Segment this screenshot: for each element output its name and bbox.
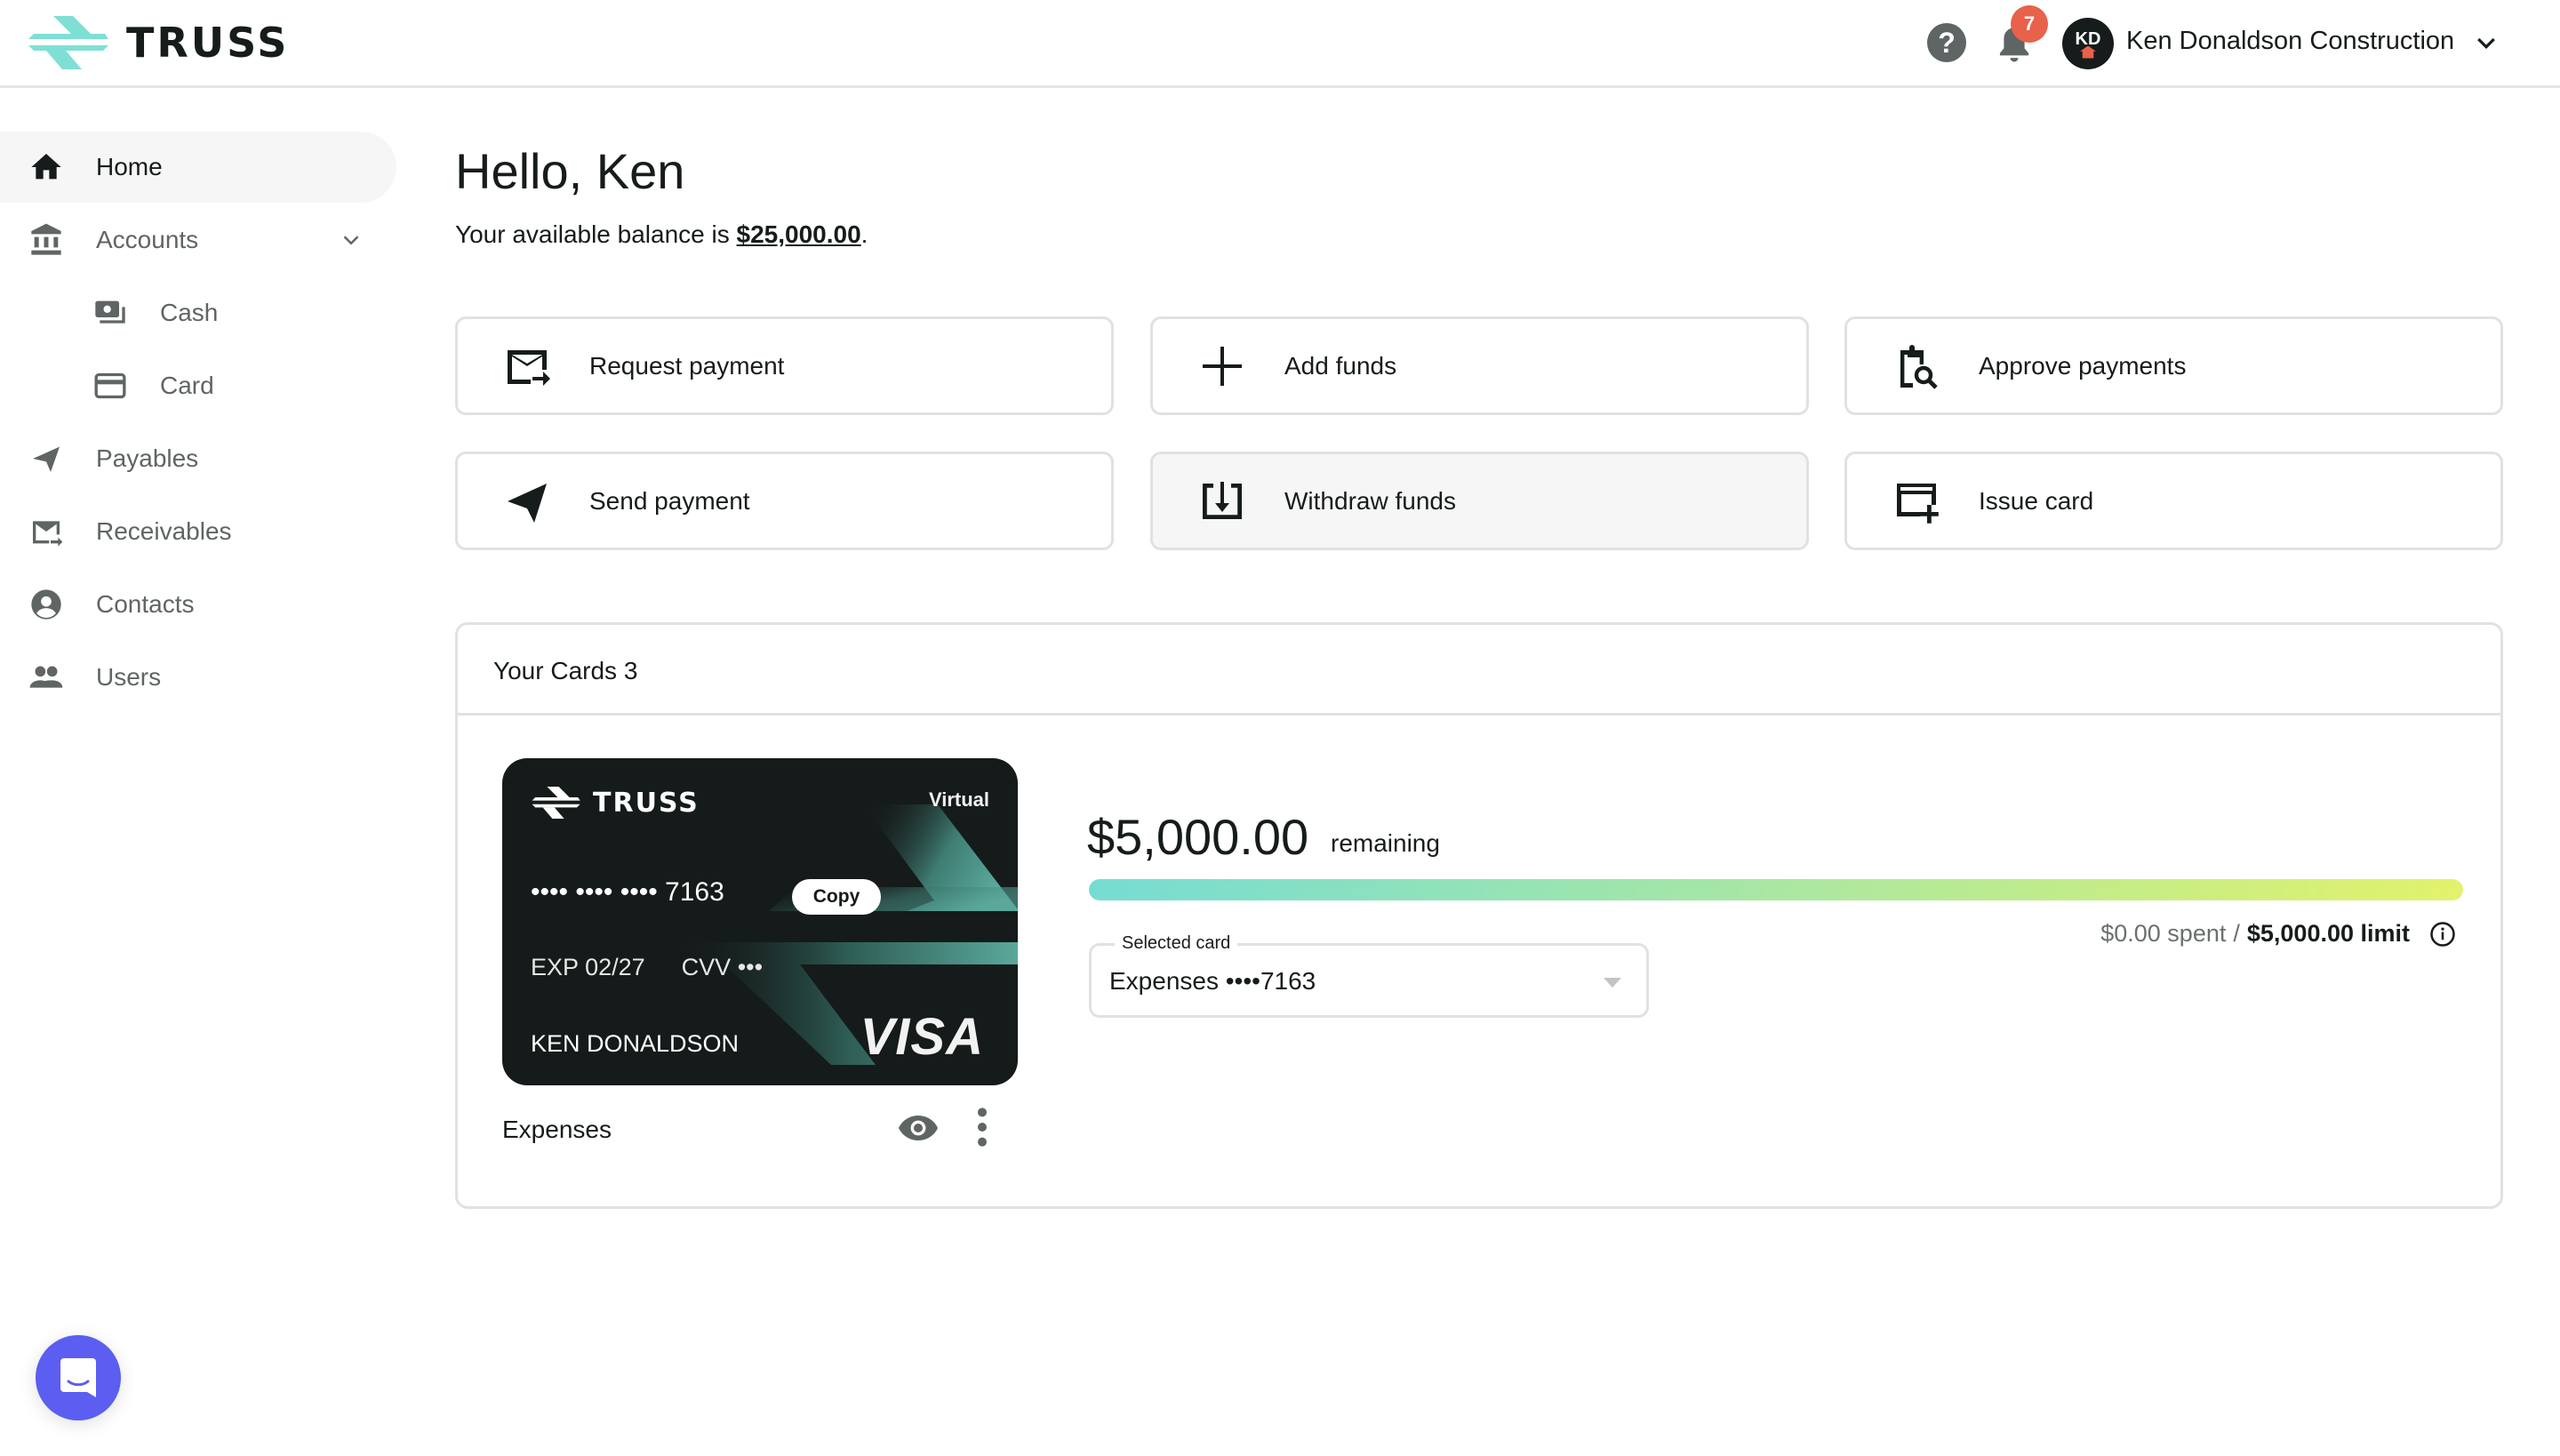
send-icon xyxy=(33,446,60,472)
issue-card-button[interactable]: Issue card xyxy=(1844,452,2503,550)
notification-badge: 7 xyxy=(2011,5,2048,43)
limit-amount: $5,000.00 limit xyxy=(2246,920,2410,947)
balance-amount-link[interactable]: $25,000.00 xyxy=(737,220,861,248)
request-payment-button[interactable]: Request payment xyxy=(455,316,1114,415)
visa-logo: VISA xyxy=(860,1008,984,1066)
spend-summary: $0.00 spent / $5,000.00 limit xyxy=(2100,920,2456,948)
virtual-card[interactable]: TRUSS Virtual •••• •••• •••• 7163 Copy E… xyxy=(502,758,1018,1085)
balance-text: Your available balance is $25,000.00. xyxy=(455,220,868,249)
card-brand-name: TRUSS xyxy=(593,787,700,819)
action-label: Withdraw funds xyxy=(1284,486,1456,515)
card-expiry-cvv: EXP 02/27 CVV ••• xyxy=(531,954,763,981)
balance-prefix: Your available balance is xyxy=(455,220,737,248)
send-icon xyxy=(508,483,547,523)
sidebar-item-card[interactable]: Card xyxy=(0,350,396,421)
clipboard-search-icon xyxy=(1900,344,1938,389)
spent-separator: / xyxy=(2233,920,2240,947)
action-label: Issue card xyxy=(1979,486,2094,515)
action-label: Approve payments xyxy=(1979,351,2187,380)
sidebar-item-label: Users xyxy=(96,663,162,691)
exp-value: 02/27 xyxy=(585,954,645,980)
withdraw-funds-button[interactable]: Withdraw funds xyxy=(1150,452,1809,550)
spend-progress-bar xyxy=(1089,879,2463,900)
your-cards-panel: Your Cards 3 TRUSS Virtual •••• •••• •••… xyxy=(455,622,2503,1209)
remaining-label: remaining xyxy=(1331,829,1440,857)
spend-progress-fill xyxy=(1089,879,2463,900)
sidebar-item-label: Cash xyxy=(160,299,219,326)
send-payment-button[interactable]: Send payment xyxy=(455,452,1114,550)
add-funds-button[interactable]: Add funds xyxy=(1150,316,1809,415)
mail-arrow-icon xyxy=(33,521,63,547)
chevron-down-icon[interactable] xyxy=(2473,30,2500,57)
cash-icon xyxy=(95,300,125,324)
cards-count: 3 xyxy=(623,657,638,684)
approve-payments-button[interactable]: Approve payments xyxy=(1844,316,2503,415)
people-icon xyxy=(29,666,63,688)
truss-logo[interactable]: TRUSS xyxy=(27,16,289,69)
mail-request-icon xyxy=(508,349,550,386)
sidebar-item-accounts[interactable]: Accounts xyxy=(0,204,396,276)
chat-launcher-button[interactable] xyxy=(36,1335,121,1420)
truss-logo-icon xyxy=(532,787,580,819)
cardholder-name: KEN DONALDSON xyxy=(531,1030,740,1057)
cvv-label: CVV xyxy=(681,954,732,980)
sidebar-item-label: Home xyxy=(96,153,163,180)
brand-name: TRUSS xyxy=(126,19,290,67)
selected-card-select[interactable]: Selected card Expenses ••••7163 xyxy=(1089,933,1649,1018)
exp-label: EXP xyxy=(531,954,579,980)
action-label: Add funds xyxy=(1284,351,1397,380)
sidebar-item-label: Receivables xyxy=(96,517,232,545)
copy-card-number-button[interactable]: Copy xyxy=(792,879,881,915)
sidebar-item-receivables[interactable]: Receivables xyxy=(0,496,396,567)
sidebar-item-users[interactable]: Users xyxy=(0,642,396,713)
sidebar-item-label: Accounts xyxy=(96,226,199,253)
more-vert-icon[interactable] xyxy=(973,1105,991,1149)
truss-logo-icon xyxy=(28,16,108,69)
help-icon[interactable]: ? xyxy=(1927,23,1966,62)
avatar[interactable]: KD xyxy=(2062,18,2114,69)
plus-icon xyxy=(1203,346,1242,386)
sidebar-item-label: Card xyxy=(160,372,214,399)
sidebar-item-contacts[interactable]: Contacts xyxy=(0,569,396,640)
action-label: Send payment xyxy=(589,486,750,515)
credit-card-icon xyxy=(94,372,126,399)
select-label: Selected card xyxy=(1115,933,1238,954)
sidebar-item-label: Payables xyxy=(96,444,199,472)
card-number: •••• •••• •••• 7163 xyxy=(531,877,724,907)
organization-name[interactable]: Ken Donaldson Construction xyxy=(2126,27,2454,56)
eye-icon[interactable] xyxy=(897,1110,940,1146)
spent-amount: $0.00 spent xyxy=(2100,920,2227,947)
sidebar-item-home[interactable]: Home xyxy=(0,132,396,203)
info-icon[interactable] xyxy=(2429,921,2456,948)
chevron-down-icon[interactable] xyxy=(338,227,364,253)
sidebar-item-label: Contacts xyxy=(96,590,195,618)
cvv-value: ••• xyxy=(737,954,764,980)
panel-title: Your Cards 3 xyxy=(493,657,637,685)
bank-icon xyxy=(31,223,61,255)
action-label: Request payment xyxy=(589,351,785,380)
remaining-amount: $5,000.00 xyxy=(1087,809,1309,865)
top-bar: TRUSS ? 7 KD Ken Donaldson Construction xyxy=(0,0,2560,88)
card-plus-icon xyxy=(1897,483,1939,524)
sidebar-item-cash[interactable]: Cash xyxy=(0,277,396,348)
chat-bubble-icon xyxy=(60,1358,96,1397)
dropdown-arrow-icon xyxy=(1604,978,1621,988)
card-brand-logo: TRUSS xyxy=(531,787,700,819)
select-value: Expenses ••••7163 xyxy=(1109,967,1316,995)
card-nickname: Expenses xyxy=(502,1116,612,1143)
balance-suffix: . xyxy=(860,220,868,248)
sidebar-item-payables[interactable]: Payables xyxy=(0,423,396,494)
home-icon xyxy=(31,154,61,180)
card-type-label: Virtual xyxy=(928,788,989,811)
download-box-icon xyxy=(1203,481,1242,519)
panel-title-text: Your Cards xyxy=(493,657,618,684)
account-circle-icon xyxy=(31,589,61,620)
panel-header: Your Cards 3 xyxy=(458,625,2500,716)
page-title: Hello, Ken xyxy=(455,143,685,199)
